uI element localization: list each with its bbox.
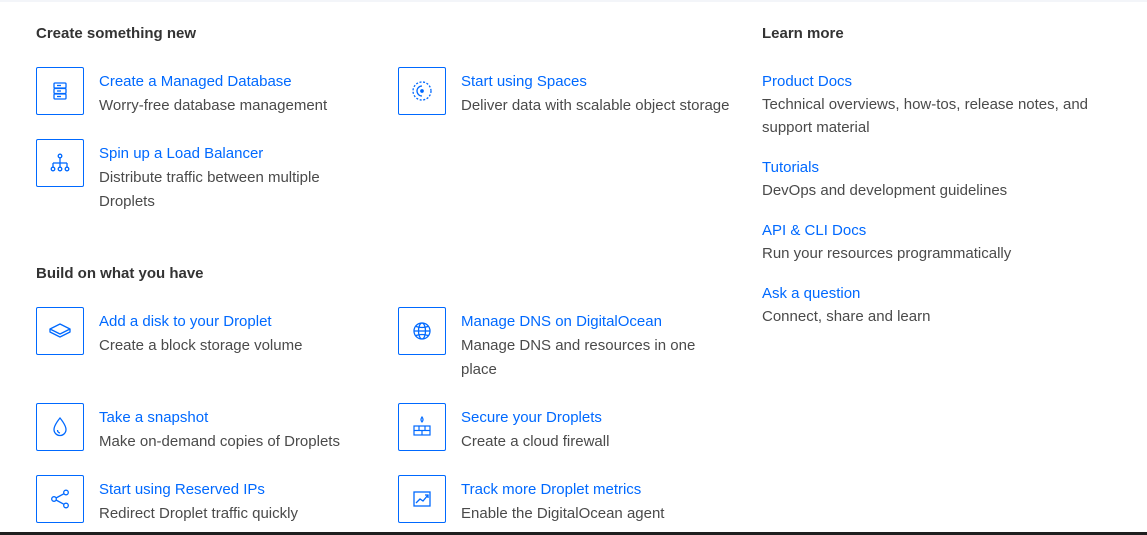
card-description: Worry-free database management [99,97,328,114]
card-description: Make on-demand copies of Droplets [99,433,340,450]
card-description: Distribute traffic between multiple Drop… [99,169,320,210]
build-section-heading: Build on what you have [36,265,204,282]
learn-item-title[interactable]: Product Docs [762,71,1122,93]
reserved-ips-card[interactable]: Start using Reserved IPs Redirect Drople… [36,475,376,526]
track-metrics-card[interactable]: Track more Droplet metrics Enable the Di… [398,475,728,526]
card-title[interactable]: Spin up a Load Balancer [99,142,359,166]
create-section-heading: Create something new [36,25,197,42]
learn-item-title[interactable]: Tutorials [762,157,1122,179]
card-title[interactable]: Start using Spaces [461,70,729,94]
secure-droplets-card[interactable]: Secure your Droplets Create a cloud fire… [398,403,728,454]
card-title[interactable]: Manage DNS on DigitalOcean [461,310,721,334]
spin-up-load-balancer-card[interactable]: Spin up a Load Balancer Distribute traff… [36,139,366,214]
disk-icon [36,307,84,355]
learn-item-api-cli-docs[interactable]: API & CLI Docs Run your resources progra… [762,220,1122,265]
card-title[interactable]: Add a disk to your Droplet [99,310,302,334]
create-managed-database-card[interactable]: Create a Managed Database Worry-free dat… [36,67,366,118]
card-title[interactable]: Start using Reserved IPs [99,478,298,502]
learn-item-description: Run your resources programmatically [762,245,1012,262]
card-title[interactable]: Create a Managed Database [99,70,327,94]
add-disk-card[interactable]: Add a disk to your Droplet Create a bloc… [36,307,376,358]
globe-icon [398,307,446,355]
card-title[interactable]: Secure your Droplets [461,406,609,430]
learn-item-tutorials[interactable]: Tutorials DevOps and development guideli… [762,157,1122,202]
load-balancer-icon [36,139,84,187]
card-description: Manage DNS and resources in one place [461,337,696,378]
droplet-icon [36,403,84,451]
learn-item-product-docs[interactable]: Product Docs Technical overviews, how-to… [762,71,1122,139]
firewall-icon [398,403,446,451]
metrics-icon [398,475,446,523]
learn-item-title[interactable]: API & CLI Docs [762,220,1122,242]
manage-dns-card[interactable]: Manage DNS on DigitalOcean Manage DNS an… [398,307,728,382]
database-icon [36,67,84,115]
learn-item-title[interactable]: Ask a question [762,283,1122,305]
top-divider [0,0,1147,2]
share-icon [36,475,84,523]
learn-item-description: DevOps and development guidelines [762,182,1008,199]
card-description: Create a cloud firewall [461,433,610,450]
learn-item-description: Connect, share and learn [762,308,931,325]
take-snapshot-card[interactable]: Take a snapshot Make on-demand copies of… [36,403,376,454]
learn-item-ask-question[interactable]: Ask a question Connect, share and learn [762,283,1122,328]
card-description: Deliver data with scalable object storag… [461,97,730,114]
start-using-spaces-card[interactable]: Start using Spaces Deliver data with sca… [398,67,758,118]
learn-section-heading: Learn more [762,25,844,42]
spaces-icon [398,67,446,115]
card-title[interactable]: Track more Droplet metrics [461,478,664,502]
card-title[interactable]: Take a snapshot [99,406,340,430]
card-description: Redirect Droplet traffic quickly [99,505,298,522]
card-description: Create a block storage volume [99,337,303,354]
card-description: Enable the DigitalOcean agent [461,505,665,522]
learn-item-description: Technical overviews, how-tos, release no… [762,96,1089,136]
